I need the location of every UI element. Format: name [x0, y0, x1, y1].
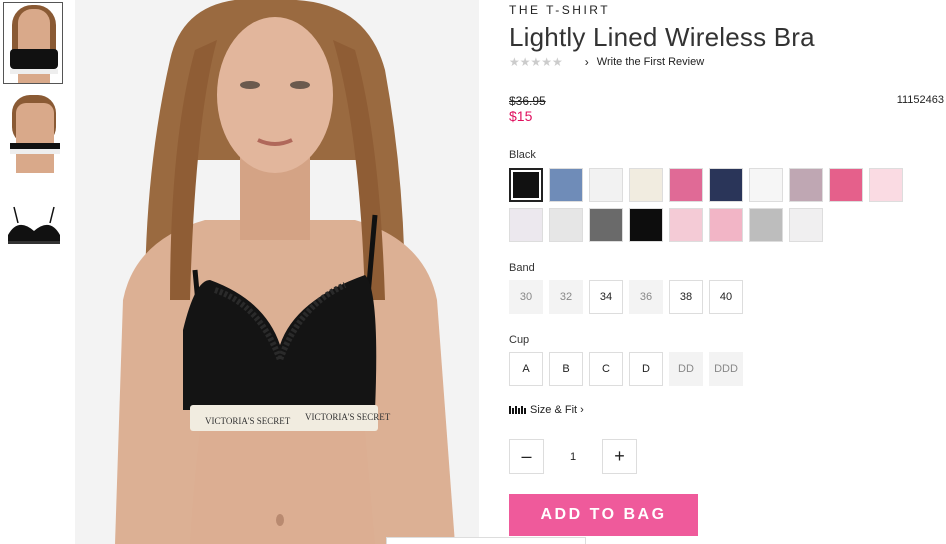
color-swatch-black[interactable] [509, 168, 543, 202]
color-swatch-white-logo[interactable] [749, 168, 783, 202]
cup-options: A B C D DD DDD [509, 352, 743, 386]
decrement-button[interactable]: – [509, 439, 544, 474]
add-to-bag-button[interactable]: ADD TO BAG [509, 494, 698, 536]
swatch-fill [790, 169, 822, 201]
band-option-36[interactable]: 36 [629, 280, 663, 314]
color-swatch-light-pink[interactable] [869, 168, 903, 202]
cup-option-ddd[interactable]: DDD [709, 352, 743, 386]
size-fit-link[interactable]: Size & Fit › [509, 404, 584, 416]
swatch-fill [513, 172, 539, 198]
color-swatches [509, 168, 909, 242]
product-sku: 11152463 [896, 94, 944, 106]
selected-color-label: Black [509, 149, 536, 161]
band-option-34[interactable]: 34 [589, 280, 623, 314]
band-options: 30 32 34 36 38 40 [509, 280, 743, 314]
rating-row: ★★★★★ › Write the First Review [509, 55, 704, 69]
swatch-fill [670, 169, 702, 201]
color-swatch-floral[interactable] [669, 168, 703, 202]
cup-option-b[interactable]: B [549, 352, 583, 386]
thumbnail-back[interactable] [3, 92, 63, 174]
color-swatch-script-print[interactable] [789, 208, 823, 242]
swatch-fill [590, 209, 622, 241]
svg-text:VICTORIA'S SECRET: VICTORIA'S SECRET [305, 412, 391, 422]
color-swatch-black-2[interactable] [629, 208, 663, 242]
cup-option-dd[interactable]: DD [669, 352, 703, 386]
swatch-fill [870, 169, 902, 201]
chevron-right-icon: › [584, 55, 589, 69]
color-swatch-grey-heather[interactable] [749, 208, 783, 242]
swatch-fill [510, 209, 542, 241]
rating-stars: ★★★★★ [509, 55, 563, 69]
quantity-value[interactable]: 1 [544, 451, 602, 463]
band-option-30[interactable]: 30 [509, 280, 543, 314]
swatch-fill [670, 209, 702, 241]
swatch-fill [710, 169, 742, 201]
product-title: Lightly Lined Wireless Bra [509, 22, 815, 52]
thumbnail-flat[interactable] [3, 182, 63, 264]
swatch-fill [790, 209, 822, 241]
bottom-panel-edge [386, 537, 586, 544]
band-label: Band [509, 262, 535, 274]
color-swatch-pink-logo[interactable] [669, 208, 703, 242]
swatch-fill [550, 169, 582, 201]
color-swatch-charcoal[interactable] [589, 208, 623, 242]
cup-label: Cup [509, 334, 530, 346]
thumbnail-list [3, 2, 65, 272]
collection-name: THE T-SHIRT [509, 3, 611, 17]
swatch-fill [630, 209, 662, 241]
color-swatch-navy-logo[interactable] [709, 168, 743, 202]
ruler-icon [509, 406, 526, 414]
cup-option-a[interactable]: A [509, 352, 543, 386]
color-swatch-script-white[interactable] [509, 208, 543, 242]
cup-option-d[interactable]: D [629, 352, 663, 386]
flat-bra-image [8, 206, 60, 244]
band-option-32[interactable]: 32 [549, 280, 583, 314]
swatch-fill [710, 209, 742, 241]
swatch-fill [830, 169, 862, 201]
band-option-40[interactable]: 40 [709, 280, 743, 314]
color-swatch-coconut[interactable] [629, 168, 663, 202]
swatch-fill [550, 209, 582, 241]
swatch-fill [590, 169, 622, 201]
product-hero-image: VICTORIA'S SECRET VICTORIA'S SECRET [75, 0, 479, 544]
svg-text:VICTORIA'S SECRET: VICTORIA'S SECRET [205, 416, 291, 426]
color-swatch-pink[interactable] [829, 168, 863, 202]
quantity-stepper: – 1 + [509, 439, 637, 474]
size-fit-label: Size & Fit [530, 404, 578, 416]
color-swatch-white[interactable] [589, 168, 623, 202]
color-swatch-pink-print[interactable] [709, 208, 743, 242]
swatch-fill [750, 209, 782, 241]
color-swatch-denim[interactable] [549, 168, 583, 202]
color-swatch-stripe-logo[interactable] [549, 208, 583, 242]
swatch-fill [750, 169, 782, 201]
thumbnail-front[interactable] [3, 2, 63, 84]
color-swatch-leopard[interactable] [789, 168, 823, 202]
original-price: $36.95 [509, 94, 546, 108]
chevron-right-icon: › [580, 404, 584, 416]
swatch-fill [630, 169, 662, 201]
cup-option-c[interactable]: C [589, 352, 623, 386]
sale-price: $15 [509, 108, 533, 124]
band-option-38[interactable]: 38 [669, 280, 703, 314]
increment-button[interactable]: + [602, 439, 637, 474]
write-review-link[interactable]: Write the First Review [597, 56, 704, 68]
